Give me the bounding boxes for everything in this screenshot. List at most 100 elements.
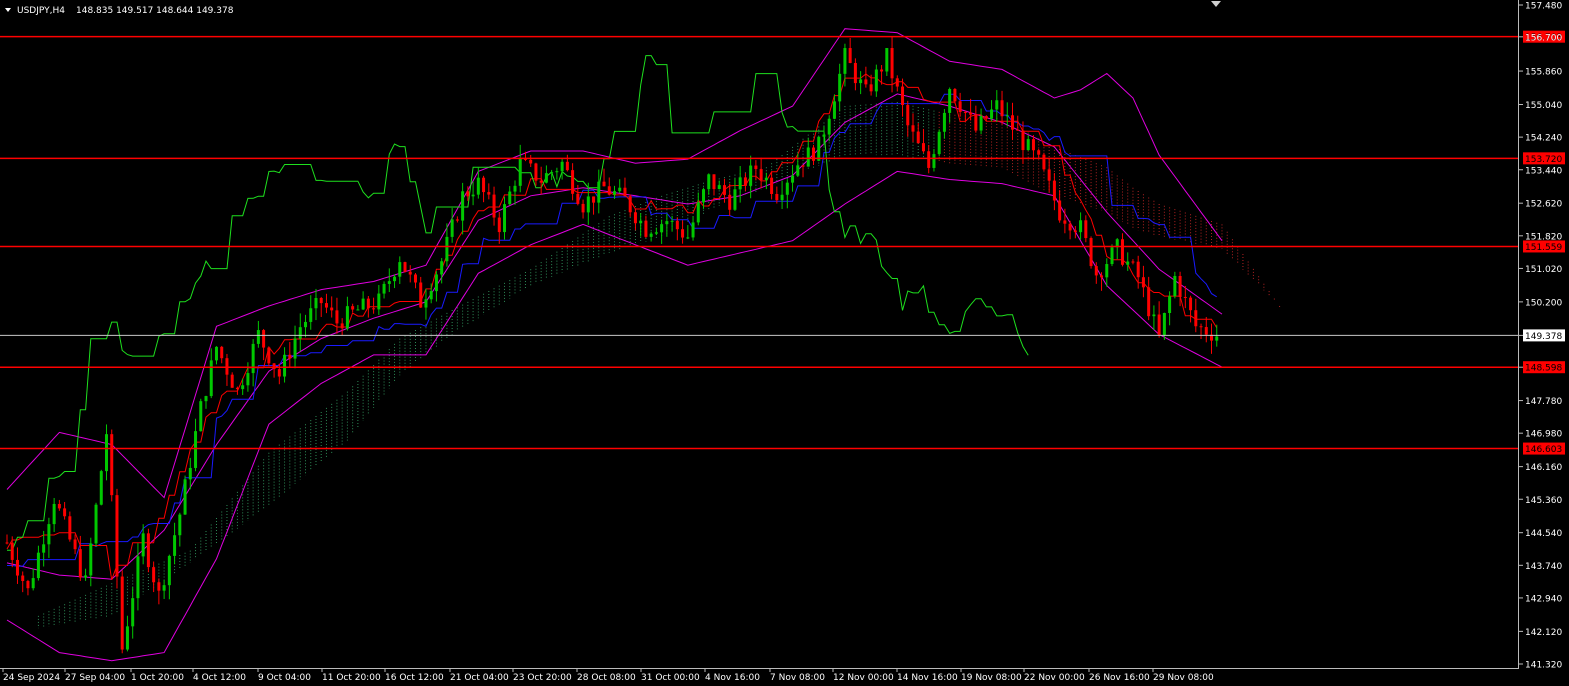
candle-body — [953, 89, 957, 102]
candle-body — [937, 131, 941, 155]
candle-body — [408, 271, 412, 275]
candle-body — [1047, 169, 1051, 181]
level-price-label: 146.603 — [1525, 445, 1562, 455]
candle-body — [529, 159, 533, 164]
candle-body — [178, 514, 182, 536]
time-tick-label: 7 Nov 08:00 — [770, 673, 825, 683]
candle-body — [518, 158, 522, 186]
candle-body — [1120, 239, 1124, 265]
time-tick-label: 27 Sep 04:00 — [65, 673, 125, 683]
candle-body — [770, 177, 774, 194]
price-tick-label: 150.200 — [1525, 298, 1562, 308]
price-axis[interactable]: 156.703153.720151.559148.598146.603157.4… — [1519, 2, 1565, 671]
candle-body — [324, 303, 328, 308]
candle-body — [304, 321, 308, 328]
candle-body — [890, 48, 894, 79]
candle-body — [1005, 115, 1009, 117]
candle-body — [513, 185, 517, 192]
candle-body — [1042, 154, 1046, 170]
candle-body — [5, 542, 9, 544]
candle-body — [241, 385, 245, 390]
candle-body — [10, 542, 14, 560]
candle-body — [895, 78, 899, 87]
candle-body — [63, 508, 67, 517]
level-price-label: 153.720 — [1525, 155, 1562, 165]
price-tick-label: 146.160 — [1525, 463, 1562, 473]
candle-body — [665, 221, 669, 225]
candle-body — [340, 323, 344, 329]
candle-body — [806, 147, 810, 167]
candle-body — [42, 544, 46, 553]
candle-body — [681, 229, 685, 238]
candle-body — [246, 373, 250, 386]
candle-body — [356, 309, 360, 311]
price-tick-label: 142.940 — [1525, 594, 1562, 604]
candle-body — [450, 219, 454, 237]
candle-body — [1079, 220, 1083, 233]
candle-body — [612, 191, 616, 195]
time-tick-label: 29 Nov 08:00 — [1153, 673, 1214, 683]
candle-body — [728, 194, 732, 210]
candle-body — [319, 298, 323, 304]
candle-body — [817, 136, 821, 161]
candle-body — [1089, 238, 1093, 267]
price-tick-label: 153.440 — [1525, 166, 1562, 176]
candle-body — [586, 196, 590, 213]
candle-body — [848, 48, 852, 63]
candle-body — [942, 112, 946, 132]
price-tick-label: 152.620 — [1525, 200, 1562, 210]
candle-body — [120, 576, 124, 650]
time-tick-label: 19 Nov 08:00 — [961, 673, 1022, 683]
time-tick-label: 14 Nov 16:00 — [897, 673, 958, 683]
candle-body — [901, 86, 905, 106]
candle-body — [864, 79, 868, 85]
candle-body — [1178, 275, 1182, 297]
price-tick-label: 151.020 — [1525, 265, 1562, 275]
candle-body — [235, 387, 239, 390]
candle-body — [68, 516, 72, 540]
candle-body — [618, 187, 622, 192]
candle-body — [1094, 266, 1098, 276]
time-tick-label: 11 Oct 20:00 — [322, 673, 381, 683]
candle-body — [1031, 139, 1035, 151]
candle-body — [1136, 261, 1140, 278]
candle-body — [335, 310, 339, 324]
candle-body — [157, 582, 161, 591]
price-tick-label: 142.120 — [1525, 628, 1562, 638]
candle-body — [152, 567, 156, 583]
candle-body — [194, 431, 198, 468]
time-tick-label: 12 Nov 00:00 — [833, 673, 894, 683]
candle-body — [607, 186, 611, 195]
candle-body — [670, 220, 674, 222]
candle-body — [649, 233, 653, 237]
candle-body — [26, 580, 30, 589]
candle-body — [283, 354, 287, 377]
candle-body — [73, 539, 77, 550]
price-tick-label: 143.740 — [1525, 562, 1562, 572]
price-chart[interactable]: 156.703153.720151.559148.598146.603157.4… — [0, 0, 1569, 686]
candle-body — [1162, 312, 1166, 335]
candle-body — [1131, 261, 1135, 263]
candle-body — [764, 177, 768, 181]
candle-body — [906, 105, 910, 126]
candle-body — [880, 69, 884, 72]
candle-body — [1173, 275, 1177, 297]
time-tick-label: 23 Oct 20:00 — [513, 673, 572, 683]
candle-body — [476, 177, 480, 195]
price-tick-label: 157.480 — [1525, 2, 1562, 12]
candle-body — [429, 291, 433, 300]
candle-body — [827, 118, 831, 135]
candle-body — [440, 261, 444, 275]
price-tick-label: 145.360 — [1525, 496, 1562, 506]
candle-body — [859, 79, 863, 84]
candle-body — [47, 524, 51, 545]
candle-body — [838, 73, 842, 102]
candle-body — [52, 503, 56, 525]
candle-body — [759, 169, 763, 181]
price-tick-label: 141.320 — [1525, 661, 1562, 671]
candle-body — [1183, 296, 1187, 298]
candle-body — [1016, 129, 1020, 131]
time-tick-label: 4 Nov 16:00 — [705, 673, 760, 683]
candle-body — [1215, 336, 1219, 341]
candle-body — [702, 189, 706, 203]
